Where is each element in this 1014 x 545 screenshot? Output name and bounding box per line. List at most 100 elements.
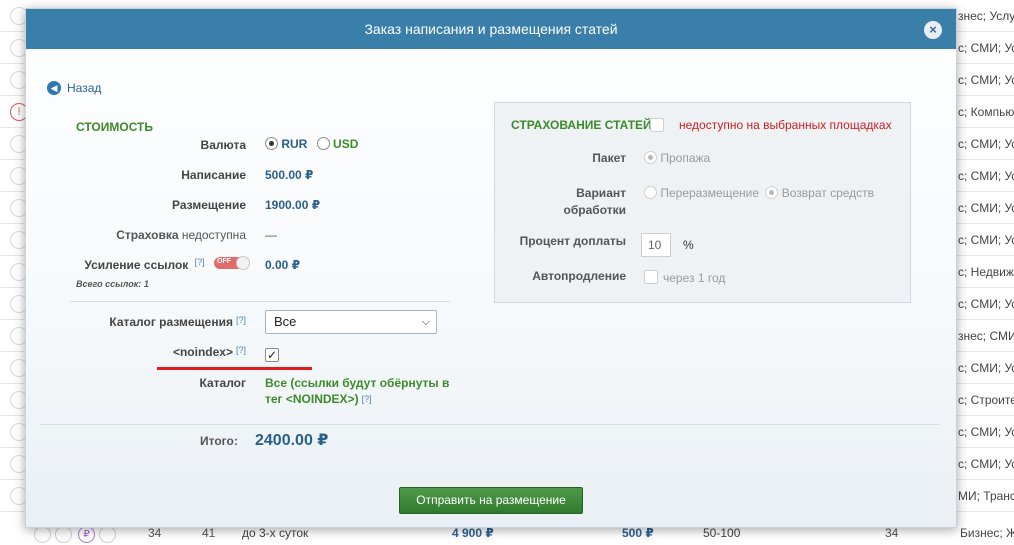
package-radio[interactable] <box>644 151 657 164</box>
variant-label: Вариант обработки <box>495 185 626 219</box>
insurance-cost-label: Страховка недоступна <box>86 228 246 242</box>
submit-placement-button[interactable]: Отправить на размещение <box>399 487 583 514</box>
autorenew-checkbox[interactable] <box>644 270 658 284</box>
cell: 41 <box>202 526 216 540</box>
currency-radio-group: RUR USD <box>265 137 358 151</box>
cell: до 3-х суток <box>242 526 309 540</box>
category-cell: с; СМИ; Усл <box>958 73 1014 87</box>
package-radio-group: Пропажа <box>644 151 710 165</box>
close-icon[interactable]: × <box>924 21 942 39</box>
ruble-icon: ₽ <box>78 526 95 543</box>
percent-label: Процент доплаты <box>519 234 626 248</box>
autorenew-label: Автопродление <box>532 269 626 283</box>
row-icon <box>99 526 116 543</box>
insurance-unavailable-note: недоступно на выбранных площадках <box>679 118 892 132</box>
boost-label: Усиление ссылок [?] OFF <box>66 256 250 272</box>
price-cell[interactable]: 4 900 ₽ <box>452 526 494 540</box>
currency-usd-label[interactable]: USD <box>333 137 358 151</box>
catalog-placement-label: Каталог размещения [?] <box>66 315 246 329</box>
order-modal: Заказ написания и размещения статей × ◀ … <box>25 8 957 528</box>
back-label: Назад <box>67 81 102 95</box>
placement-value: 1900.00 ₽ <box>265 198 321 212</box>
catalog-select[interactable]: Все ⌵ <box>265 310 437 334</box>
row-icon <box>55 526 72 543</box>
currency-rur-label[interactable]: RUR <box>281 137 307 151</box>
divider <box>40 424 940 425</box>
variant-refund-radio[interactable] <box>765 186 779 199</box>
category-cell: с; СМИ; Усл <box>958 425 1014 439</box>
back-link[interactable]: ◀ Назад <box>47 81 101 95</box>
variant-refund-label: Возврат средств <box>781 186 875 200</box>
noindex-label-text: <noindex> <box>172 345 233 359</box>
variant-reposting-radio[interactable] <box>644 186 657 199</box>
writing-label: Написание <box>181 168 246 182</box>
category-cell: с; СМИ; Усл <box>958 137 1014 151</box>
percent-input[interactable]: 10 <box>641 233 671 257</box>
category-cell: с; Строител <box>958 393 1014 407</box>
insurance-title: СТРАХОВАНИЕ СТАТЕЙ <box>511 118 652 132</box>
highlight-underline <box>157 367 312 370</box>
cell: 34 <box>885 526 899 540</box>
noindex-checkbox[interactable]: ✓ <box>265 348 279 362</box>
toggle-state: OFF <box>217 258 231 265</box>
catalog-value-text: Все (ссылки будут обёрнуты в тег <NOINDE… <box>265 376 450 406</box>
currency-rur-radio[interactable] <box>265 137 278 150</box>
insurance-cost-status: недоступна <box>181 228 246 242</box>
cell: 34 <box>148 526 162 540</box>
row-icon <box>34 526 51 543</box>
help-icon[interactable]: [?] <box>195 257 205 267</box>
price-cell[interactable]: 500 ₽ <box>622 526 654 540</box>
insurance-cost-value: — <box>265 228 277 242</box>
help-icon[interactable]: [?] <box>362 394 372 404</box>
modal-title: Заказ написания и размещения статей <box>364 21 618 37</box>
total-label: Итого: <box>200 434 238 448</box>
insurance-checkbox[interactable] <box>650 118 664 132</box>
boost-value: 0.00 ₽ <box>265 258 301 272</box>
category-cell: МИ; Трансп <box>958 489 1014 503</box>
category-cell: с; СМИ; Усл <box>958 457 1014 471</box>
catalog-selected-value: Все <box>274 314 297 329</box>
category-cell: Бизнес; Женский <box>960 526 1014 540</box>
help-icon[interactable]: [?] <box>236 315 246 325</box>
variant-label-line1: Вариант <box>576 186 626 200</box>
variant-label-line2: обработки <box>563 203 626 217</box>
currency-usd-radio[interactable] <box>316 137 330 150</box>
package-value: Пропажа <box>660 151 711 165</box>
catalog-placement-label-text: Каталог размещения <box>109 315 233 329</box>
autorenew-value: через 1 год <box>663 271 726 285</box>
cost-section-title: СТОИМОСТЬ <box>76 120 154 134</box>
package-label: Пакет <box>592 151 626 165</box>
insurance-panel: СТРАХОВАНИЕ СТАТЕЙ недоступно на выбранн… <box>494 102 911 303</box>
category-cell: с; СМИ; Усл <box>958 233 1014 247</box>
boost-label-text: Усиление ссылок <box>84 258 189 272</box>
percent-unit: % <box>683 238 694 252</box>
placement-label: Размещение <box>172 198 246 212</box>
insurance-cost-label-text: Страховка <box>116 228 179 242</box>
catalog-label: Каталог <box>199 376 247 390</box>
variant-radio-group: Переразмещение Возврат средств <box>644 186 874 200</box>
cell: 50-100 <box>703 526 741 540</box>
category-cell: с; СМИ; Усл <box>958 169 1014 183</box>
category-cell: знес; Услу <box>958 9 1014 23</box>
catalog-value: Все (ссылки будут обёрнуты в тег <NOINDE… <box>265 375 455 407</box>
writing-value: 500.00 ₽ <box>265 168 314 182</box>
category-cell: с; Недвижи <box>958 265 1014 279</box>
category-cell: с; СМИ; Усл <box>958 361 1014 375</box>
category-cell: с; СМИ; Усл <box>958 297 1014 311</box>
category-cell: с; СМИ; Усл <box>958 41 1014 55</box>
links-total: Всего ссылок: 1 <box>76 279 149 289</box>
chevron-down-icon: ⌵ <box>421 316 430 328</box>
currency-label: Валюта <box>200 138 246 152</box>
divider <box>70 301 450 302</box>
arrow-left-icon: ◀ <box>47 81 61 95</box>
boost-toggle[interactable]: OFF <box>214 256 250 270</box>
category-cell: знес; СМИ <box>958 329 1014 343</box>
help-icon[interactable]: [?] <box>236 345 246 355</box>
total-value: 2400.00 ₽ <box>255 432 329 449</box>
category-cell: с; Компьюте <box>958 105 1014 119</box>
toggle-knob <box>236 256 250 270</box>
noindex-label: <noindex> [?] <box>86 345 246 359</box>
modal-header: Заказ написания и размещения статей × <box>26 9 956 49</box>
category-cell: с; СМИ; Усл <box>958 201 1014 215</box>
variant-reposting-label: Переразмещение <box>660 186 760 200</box>
